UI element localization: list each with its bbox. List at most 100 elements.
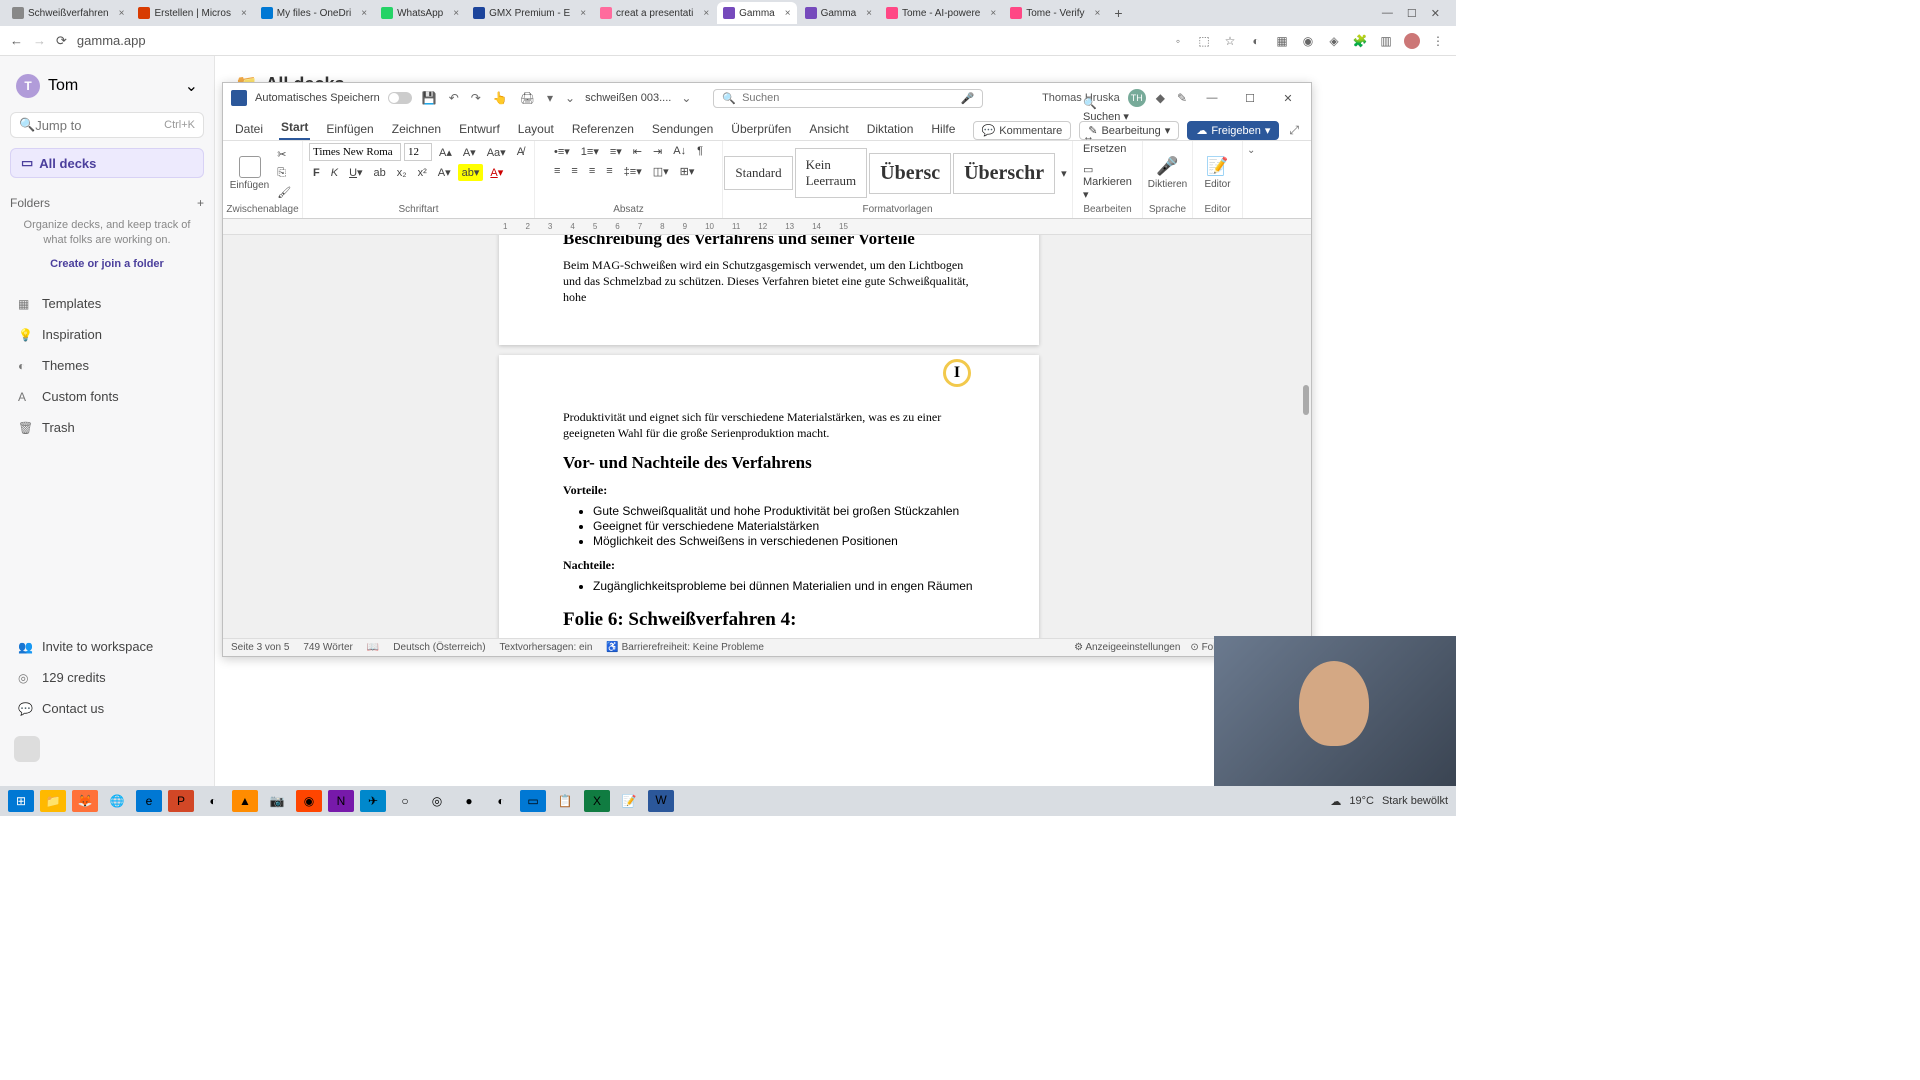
tab-layout[interactable]: Layout [516, 118, 556, 140]
superscript-button[interactable]: x² [414, 165, 431, 181]
bookmark-icon[interactable]: ☆ [1222, 33, 1238, 49]
word-count[interactable]: 749 Wörter [303, 642, 352, 653]
multilevel-list-button[interactable]: ≡▾ [606, 143, 626, 160]
close-icon[interactable]: × [703, 8, 709, 19]
italic-button[interactable]: K [327, 165, 342, 181]
taskbar-app-explorer[interactable]: 📁 [40, 790, 66, 812]
close-icon[interactable]: × [580, 8, 586, 19]
taskbar-app-powerpoint[interactable]: P [168, 790, 194, 812]
window-minimize-icon[interactable]: — [1197, 92, 1227, 104]
clear-format-icon[interactable]: A̸ [513, 144, 528, 160]
document-page[interactable]: Beschreibung des Verfahrens und seiner V… [499, 235, 1039, 345]
browser-tab-active[interactable]: Gamma× [717, 2, 796, 24]
dropdown-icon[interactable]: ▾ [545, 91, 555, 105]
window-close-icon[interactable]: ✕ [1273, 92, 1303, 105]
browser-tab[interactable]: creat a presentati× [594, 2, 715, 24]
browser-tab[interactable]: GMX Premium - E× [467, 2, 592, 24]
taskbar-app-onenote[interactable]: N [328, 790, 354, 812]
style-standard[interactable]: Standard [724, 156, 792, 190]
borders-button[interactable]: ⊞▾ [676, 163, 699, 180]
taskbar-app[interactable]: ◉ [296, 790, 322, 812]
find-button[interactable]: 🔍 Suchen ▾ [1079, 95, 1136, 125]
chevron-down-icon[interactable]: ⌄ [563, 91, 577, 105]
window-maximize-icon[interactable]: ☐ [1407, 7, 1417, 20]
taskbar-app-vlc[interactable]: ▲ [232, 790, 258, 812]
new-tab-button[interactable]: + [1114, 5, 1122, 21]
taskbar-app-notepad[interactable]: 📝 [616, 790, 642, 812]
close-icon[interactable]: × [119, 8, 125, 19]
page-count[interactable]: Seite 3 von 5 [231, 642, 289, 653]
increase-indent-button[interactable]: ⇥ [649, 143, 666, 160]
extension-icon[interactable]: ⬚ [1196, 33, 1212, 49]
tab-sendungen[interactable]: Sendungen [650, 118, 715, 140]
create-folder-link[interactable]: Create or join a folder [50, 258, 164, 270]
taskbar-app-chrome[interactable]: 🌐 [104, 790, 130, 812]
mic-icon[interactable]: 🎤 [961, 92, 975, 105]
display-settings-button[interactable]: ⚙ Anzeigeeinstellungen [1074, 642, 1180, 653]
cut-icon[interactable]: ✂ [273, 146, 290, 163]
sidebar-item-credits[interactable]: ◎129 credits [10, 664, 204, 691]
horizontal-ruler[interactable]: 123456789101112131415 [223, 219, 1311, 235]
tab-start[interactable]: Start [279, 116, 310, 140]
language-status[interactable]: Deutsch (Österreich) [393, 642, 485, 653]
highlight-button[interactable]: ab▾ [458, 164, 484, 181]
close-icon[interactable]: × [1095, 8, 1101, 19]
line-spacing-button[interactable]: ‡≡▾ [620, 163, 646, 180]
browser-tab[interactable]: Erstellen | Micros× [132, 2, 252, 24]
bullet-list-button[interactable]: •≡▾ [550, 143, 574, 160]
taskbar-app-firefox[interactable]: 🦊 [72, 790, 98, 812]
taskbar-app-word[interactable]: W [648, 790, 674, 812]
browser-menu-icon[interactable]: ⋮ [1430, 33, 1446, 49]
save-icon[interactable]: 💾 [420, 91, 439, 105]
print-icon[interactable]: 🖨 [518, 91, 537, 105]
redo-icon[interactable]: ↷ [469, 91, 483, 105]
tab-einfuegen[interactable]: Einfügen [324, 118, 375, 140]
close-icon[interactable]: × [453, 8, 459, 19]
align-center-button[interactable]: ≡ [567, 163, 581, 180]
sidebar-item-themes[interactable]: ◐Themes [10, 352, 204, 379]
nav-back-icon[interactable]: ← [10, 33, 23, 48]
start-button[interactable]: ⊞ [8, 790, 34, 812]
nav-forward-icon[interactable]: → [33, 33, 46, 48]
font-size-select[interactable] [404, 143, 432, 161]
close-icon[interactable]: × [990, 8, 996, 19]
justify-button[interactable]: ≡ [602, 163, 616, 180]
pen-icon[interactable]: ✎ [1175, 91, 1189, 105]
taskbar-app[interactable]: 📷 [264, 790, 290, 812]
browser-tab[interactable]: WhatsApp× [375, 2, 465, 24]
autosave-toggle[interactable] [388, 92, 412, 104]
window-close-icon[interactable]: ✕ [1431, 7, 1440, 20]
tab-ueberpruefen[interactable]: Überprüfen [729, 118, 793, 140]
format-painter-icon[interactable]: 🖌 [273, 184, 295, 201]
document-page[interactable]: Produktivität und eignet sich für versch… [499, 355, 1039, 638]
freigeben-button[interactable]: ☁ Freigeben ▾ [1187, 121, 1279, 140]
close-icon[interactable]: × [866, 8, 872, 19]
strikethrough-button[interactable]: ab [370, 165, 390, 181]
taskbar-app[interactable]: ● [456, 790, 482, 812]
number-list-button[interactable]: 1≡▾ [577, 143, 603, 160]
sidebar-item-custom-fonts[interactable]: ACustom fonts [10, 383, 204, 410]
style-kein-leerraum[interactable]: Kein Leerraum [795, 148, 868, 198]
text-effects-icon[interactable]: A▾ [434, 164, 455, 181]
document-title[interactable]: schweißen 003.... [585, 92, 671, 104]
style-ueberschrift1[interactable]: Übersc [869, 153, 951, 194]
sidebar-item-invite[interactable]: 👥Invite to workspace [10, 633, 204, 660]
tab-hilfe[interactable]: Hilfe [929, 118, 957, 140]
touch-mode-icon[interactable]: 👆 [491, 91, 510, 105]
browser-tab[interactable]: Schweißverfahren× [6, 2, 130, 24]
text-predict-status[interactable]: Textvorhersagen: ein [500, 642, 593, 653]
taskbar-app-telegram[interactable]: ✈ [360, 790, 386, 812]
change-case-icon[interactable]: Aa▾ [483, 144, 510, 161]
close-icon[interactable]: × [785, 8, 791, 19]
extension-icon[interactable]: ◦ [1170, 33, 1186, 49]
taskbar-app[interactable]: ▭ [520, 790, 546, 812]
sidebar-item-contact[interactable]: 💬Contact us [10, 695, 204, 722]
sidebar-item-templates[interactable]: ▦Templates [10, 290, 204, 317]
tab-datei[interactable]: Datei [233, 118, 265, 140]
extension-icon[interactable]: ▦ [1274, 33, 1290, 49]
taskbar-app-edge[interactable]: e [136, 790, 162, 812]
taskbar-app[interactable]: 📋 [552, 790, 578, 812]
diamond-icon[interactable]: ◆ [1154, 91, 1167, 105]
editor-button[interactable]: 📝Editor [1204, 156, 1230, 190]
workspace-switcher[interactable]: T Tom ⌄ [10, 70, 204, 102]
